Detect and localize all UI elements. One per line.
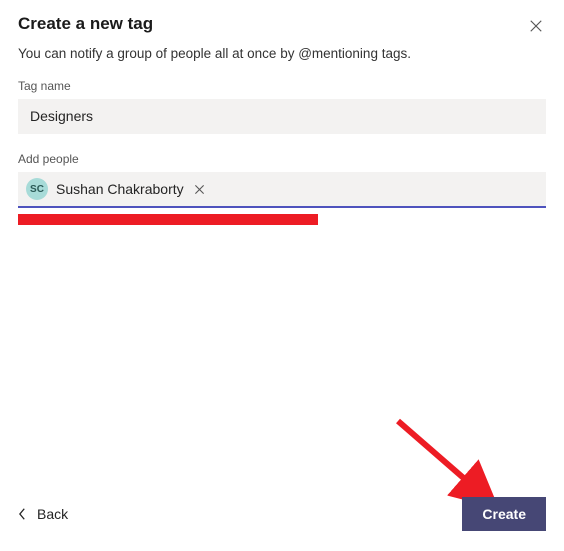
add-people-input[interactable]: SC Sushan Chakraborty bbox=[18, 172, 546, 208]
close-icon bbox=[194, 184, 205, 195]
highlight-annotation bbox=[18, 214, 318, 225]
avatar: SC bbox=[26, 178, 48, 200]
tag-name-input[interactable] bbox=[18, 99, 546, 134]
dialog-subtitle: You can notify a group of people all at … bbox=[18, 46, 546, 61]
add-people-label: Add people bbox=[18, 152, 546, 166]
remove-person-button[interactable] bbox=[192, 181, 208, 197]
chevron-left-icon bbox=[18, 507, 27, 521]
create-button[interactable]: Create bbox=[462, 497, 546, 531]
dialog-title: Create a new tag bbox=[18, 14, 153, 34]
close-icon bbox=[529, 19, 543, 33]
tag-name-label: Tag name bbox=[18, 79, 546, 93]
back-button[interactable]: Back bbox=[18, 506, 68, 522]
person-chip: SC Sushan Chakraborty bbox=[26, 178, 208, 200]
back-label: Back bbox=[37, 506, 68, 522]
person-name: Sushan Chakraborty bbox=[56, 181, 184, 197]
close-button[interactable] bbox=[526, 16, 546, 36]
